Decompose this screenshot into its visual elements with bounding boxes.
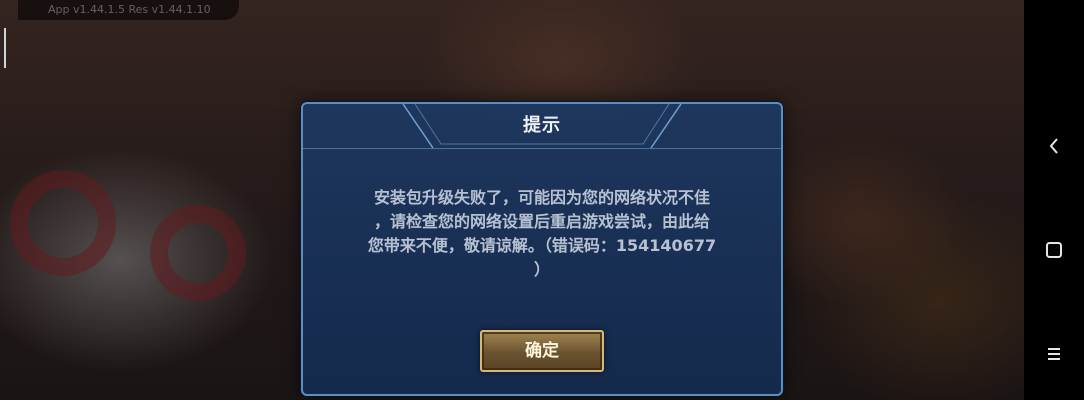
home-square-icon bbox=[1046, 242, 1062, 258]
version-label: App v1.44.1.5 Res v1.44.1.10 bbox=[18, 0, 239, 20]
dialog-title-bar: 提示 bbox=[303, 104, 781, 149]
edge-handle[interactable] bbox=[4, 28, 6, 68]
menu-lines-icon bbox=[1048, 348, 1060, 360]
back-chevron-icon bbox=[1049, 138, 1058, 154]
message-line: ，请检查您的网络设置后重启游戏尝试，由此给 bbox=[373, 212, 710, 231]
error-dialog: 提示 安装包升级失败了，可能因为您的网络状况不佳 ，请检查您的网络设置后重启游戏… bbox=[301, 102, 783, 396]
dialog-message: 安装包升级失败了，可能因为您的网络状况不佳 ，请检查您的网络设置后重启游戏尝试，… bbox=[331, 186, 753, 282]
nav-home-button[interactable] bbox=[1024, 230, 1084, 270]
nav-back-button[interactable] bbox=[1024, 126, 1084, 166]
message-line: 安装包升级失败了，可能因为您的网络状况不佳 bbox=[373, 188, 710, 207]
nav-menu-button[interactable] bbox=[1024, 334, 1084, 374]
dialog-title: 提示 bbox=[523, 115, 561, 136]
system-nav-bar bbox=[1024, 0, 1084, 400]
confirm-button[interactable]: 确定 bbox=[480, 330, 604, 372]
message-line: 您带来不便，敬请谅解。（错误码：154140677 bbox=[367, 236, 717, 255]
message-line: ） bbox=[533, 260, 550, 279]
